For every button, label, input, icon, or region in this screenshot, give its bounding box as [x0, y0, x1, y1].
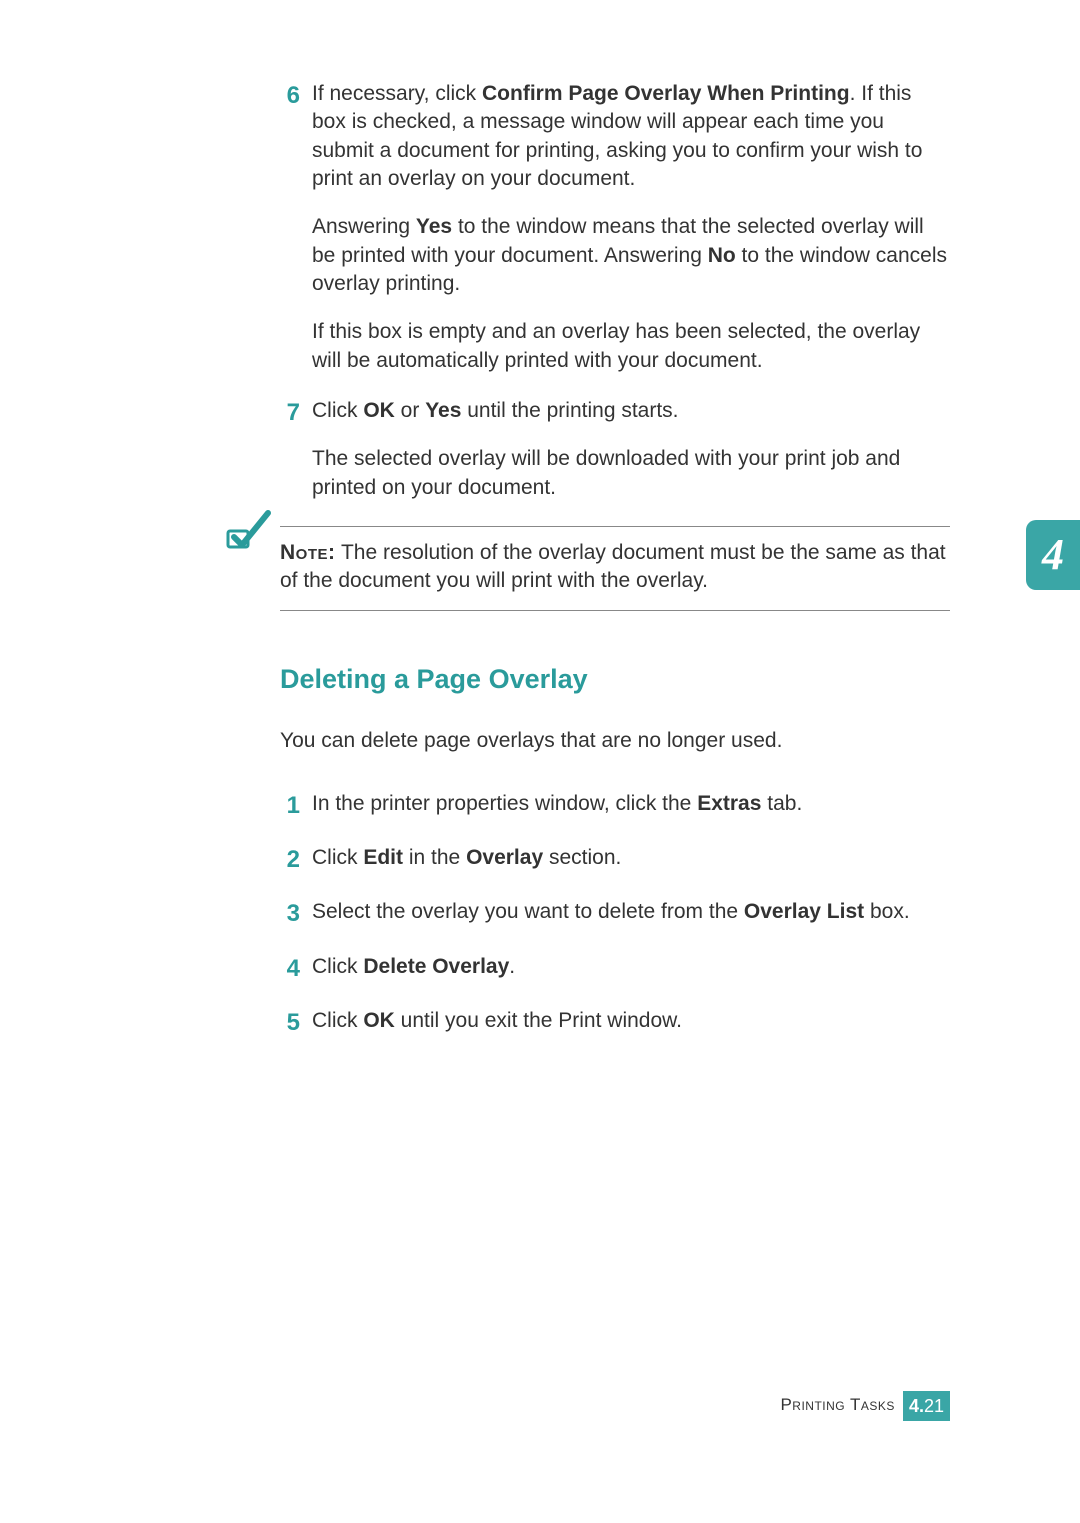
step-paragraph: Click Edit in the Overlay section. — [312, 844, 950, 872]
text-run: If necessary, click — [312, 82, 482, 105]
text-run: Click — [312, 955, 363, 978]
bold-text: Overlay — [466, 846, 543, 869]
text-run: box. — [864, 900, 910, 923]
section-intro: You can delete page overlays that are no… — [280, 727, 950, 755]
step-paragraph: In the printer properties window, click … — [312, 790, 950, 818]
step-item: 1In the printer properties window, click… — [280, 790, 950, 822]
step-body: Click OK or Yes until the printing start… — [312, 397, 950, 502]
text-run: Answering — [312, 215, 416, 238]
step-item: 3Select the overlay you want to delete f… — [280, 898, 950, 930]
text-run: Select the overlay you want to delete fr… — [312, 900, 744, 923]
step-paragraph: Click Delete Overlay. — [312, 953, 950, 981]
step-body: Click Edit in the Overlay section. — [312, 844, 950, 876]
bold-text: Yes — [416, 215, 452, 238]
note-label: Note: — [280, 541, 336, 564]
text-run: In the printer properties window, click … — [312, 792, 697, 815]
bold-text: No — [708, 244, 736, 267]
page-footer: Printing Tasks 4.21 — [780, 1391, 950, 1421]
step-paragraph: Click OK or Yes until the printing start… — [312, 397, 950, 425]
bold-text: OK — [363, 1009, 395, 1032]
step-paragraph: Select the overlay you want to delete fr… — [312, 898, 950, 926]
note-body: The resolution of the overlay document m… — [280, 541, 946, 592]
text-run: until the printing starts. — [461, 399, 678, 422]
checkmark-icon — [224, 509, 274, 567]
section-heading: Deleting a Page Overlay — [280, 661, 950, 697]
step-body: Select the overlay you want to delete fr… — [312, 898, 950, 930]
step-body: In the printer properties window, click … — [312, 790, 950, 822]
bold-text: Extras — [697, 792, 761, 815]
text-run: until you exit the Print window. — [395, 1009, 682, 1032]
text-run: If this box is empty and an overlay has … — [312, 320, 920, 371]
bold-text: Yes — [425, 399, 461, 422]
step-item: 4Click Delete Overlay. — [280, 953, 950, 985]
bold-text: Overlay List — [744, 900, 864, 923]
text-run: or — [395, 399, 425, 422]
bold-text: Delete Overlay — [363, 955, 509, 978]
step-body: If necessary, click Confirm Page Overlay… — [312, 80, 950, 375]
text-run: Click — [312, 399, 363, 422]
bold-text: Confirm Page Overlay When Printing — [482, 82, 850, 105]
step-item: 6If necessary, click Confirm Page Overla… — [280, 80, 950, 375]
text-run: tab. — [761, 792, 802, 815]
step-item: 2Click Edit in the Overlay section. — [280, 844, 950, 876]
step-paragraph: If necessary, click Confirm Page Overlay… — [312, 80, 950, 193]
footer-chapter: 4. — [909, 1396, 924, 1416]
step-number: 2 — [280, 844, 312, 876]
step-number: 1 — [280, 790, 312, 822]
step-item: 7Click OK or Yes until the printing star… — [280, 397, 950, 502]
text-run: in the — [403, 846, 466, 869]
bold-text: OK — [363, 399, 395, 422]
text-run: section. — [543, 846, 621, 869]
footer-page: 21 — [924, 1396, 944, 1416]
note-text: Note: The resolution of the overlay docu… — [280, 541, 946, 592]
step-body: Click Delete Overlay. — [312, 953, 950, 985]
bold-text: Edit — [363, 846, 403, 869]
chapter-tab: 4 — [1026, 520, 1080, 590]
text-run: The selected overlay will be downloaded … — [312, 447, 900, 498]
step-body: Click OK until you exit the Print window… — [312, 1007, 950, 1039]
step-number: 7 — [280, 397, 312, 502]
step-number: 4 — [280, 953, 312, 985]
step-number: 3 — [280, 898, 312, 930]
text-run: Click — [312, 846, 363, 869]
text-run: . — [509, 955, 515, 978]
text-run: Click — [312, 1009, 363, 1032]
step-paragraph: Click OK until you exit the Print window… — [312, 1007, 950, 1035]
step-number: 5 — [280, 1007, 312, 1039]
footer-page-badge: 4.21 — [903, 1391, 950, 1421]
step-paragraph: If this box is empty and an overlay has … — [312, 318, 950, 375]
step-number: 6 — [280, 80, 312, 375]
note-callout: Note: The resolution of the overlay docu… — [280, 526, 950, 611]
step-paragraph: Answering Yes to the window means that t… — [312, 213, 950, 298]
step-item: 5Click OK until you exit the Print windo… — [280, 1007, 950, 1039]
step-paragraph: The selected overlay will be downloaded … — [312, 445, 950, 502]
footer-section-title: Printing Tasks — [780, 1394, 895, 1417]
